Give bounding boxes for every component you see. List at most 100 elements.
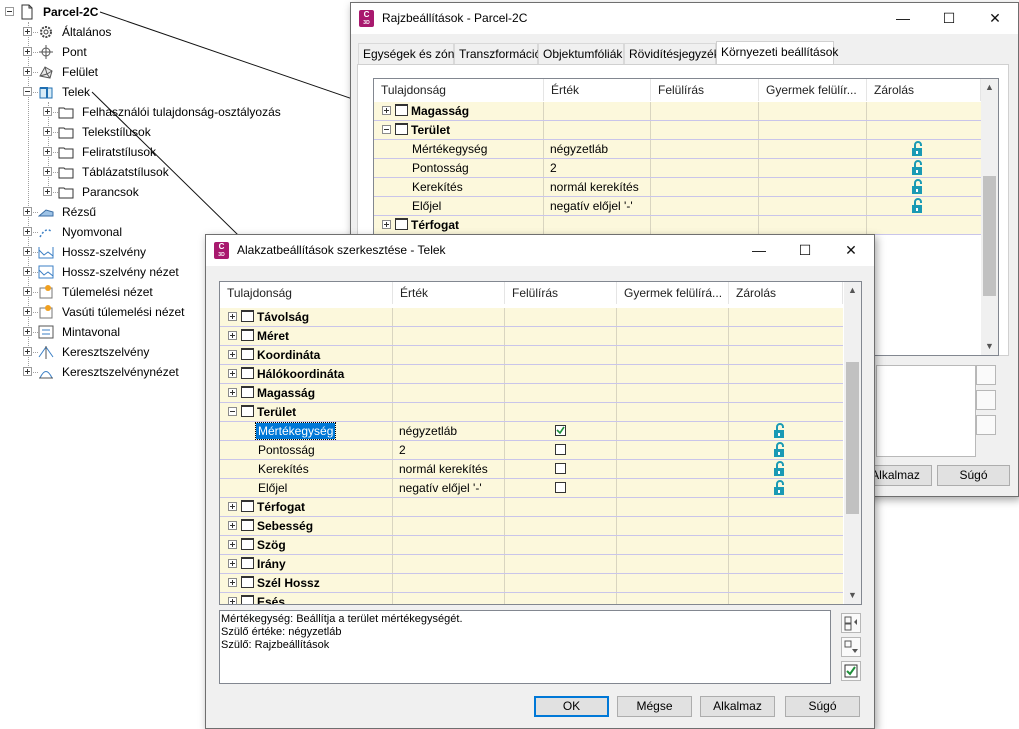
- column-header[interactable]: Tulajdonság: [220, 282, 393, 304]
- value-cell[interactable]: normál kerekítés: [393, 460, 505, 478]
- help-button[interactable]: Súgó: [937, 465, 1010, 486]
- value-cell[interactable]: [393, 574, 505, 592]
- ok-button[interactable]: OK: [534, 696, 609, 717]
- expand-toggle[interactable]: [228, 388, 237, 397]
- value-cell[interactable]: [544, 121, 651, 139]
- tab-item[interactable]: Objektumfóliák: [538, 43, 624, 64]
- value-cell[interactable]: [393, 308, 505, 326]
- group-row[interactable]: Szög: [220, 536, 843, 555]
- property-row[interactable]: Pontosság 2: [374, 159, 981, 178]
- column-header[interactable]: Zárolás: [729, 282, 843, 304]
- property-row[interactable]: Kerekítés normál kerekítés: [374, 178, 981, 197]
- vertical-scrollbar[interactable]: ▲ ▼: [981, 79, 998, 355]
- unlocked-padlock-icon[interactable]: [911, 160, 923, 175]
- override-checkbox[interactable]: [555, 463, 566, 474]
- group-row[interactable]: Térfogat: [374, 216, 981, 235]
- collapse-toggle[interactable]: [228, 407, 237, 416]
- value-cell[interactable]: négyzetláb: [544, 140, 651, 158]
- group-row[interactable]: Terület: [374, 121, 981, 140]
- value-cell[interactable]: negatív előjel '-': [544, 197, 651, 215]
- tab-item[interactable]: Transzformáció: [454, 43, 541, 64]
- value-cell[interactable]: [393, 365, 505, 383]
- column-header[interactable]: Érték: [544, 79, 651, 101]
- expand-toggle[interactable]: [228, 521, 237, 530]
- maximize-button[interactable]: ☐: [926, 3, 972, 34]
- group-row[interactable]: Koordináta: [220, 346, 843, 365]
- vertical-scrollbar[interactable]: ▲ ▼: [844, 282, 861, 604]
- group-row[interactable]: Szél Hossz: [220, 574, 843, 593]
- override-checkbox[interactable]: [555, 482, 566, 493]
- close-button[interactable]: ✕: [972, 3, 1018, 34]
- tab-item[interactable]: Egységek és zóna: [358, 43, 461, 64]
- value-cell[interactable]: normál kerekítés: [544, 178, 651, 196]
- group-row[interactable]: Térfogat: [220, 498, 843, 517]
- collapse-toggle[interactable]: [382, 125, 391, 134]
- show-checkbox-button[interactable]: [841, 661, 861, 681]
- group-row[interactable]: Távolság: [220, 308, 843, 327]
- cancel-button[interactable]: Mégse: [617, 696, 692, 717]
- unlocked-padlock-icon[interactable]: [773, 442, 785, 457]
- column-header[interactable]: Felülírás: [651, 79, 759, 101]
- unlocked-padlock-icon[interactable]: [911, 179, 923, 194]
- expand-toggle[interactable]: [228, 331, 237, 340]
- property-row[interactable]: Mértékegység négyzetláb: [374, 140, 981, 159]
- minimize-button[interactable]: —: [880, 3, 926, 34]
- column-header[interactable]: Zárolás: [867, 79, 981, 101]
- expand-toggle[interactable]: [228, 559, 237, 568]
- expand-toggle[interactable]: [228, 350, 237, 359]
- value-cell[interactable]: [393, 384, 505, 402]
- value-cell[interactable]: [544, 102, 651, 120]
- scroll-thumb[interactable]: [846, 362, 859, 514]
- value-cell[interactable]: [393, 327, 505, 345]
- value-cell[interactable]: [544, 216, 651, 234]
- column-header[interactable]: Érték: [393, 282, 505, 304]
- expand-toggle[interactable]: [382, 106, 391, 115]
- show-checkbox-button[interactable]: [976, 415, 996, 435]
- property-row[interactable]: Előjel negatív előjel '-': [374, 197, 981, 216]
- value-cell[interactable]: négyzetláb: [393, 422, 505, 440]
- value-cell[interactable]: [393, 555, 505, 573]
- expand-toggle[interactable]: [228, 597, 237, 604]
- value-cell[interactable]: [393, 498, 505, 516]
- maximize-button[interactable]: ☐: [782, 235, 828, 266]
- value-cell[interactable]: [393, 403, 505, 421]
- property-row[interactable]: Pontosság 2: [220, 441, 843, 460]
- value-cell[interactable]: [393, 346, 505, 364]
- column-header[interactable]: Gyermek felülírá...: [617, 282, 729, 304]
- property-row[interactable]: Mértékegység négyzetláb: [220, 422, 843, 441]
- help-button[interactable]: Súgó: [785, 696, 860, 717]
- collapse-all-button[interactable]: [976, 390, 996, 410]
- unlocked-padlock-icon[interactable]: [773, 423, 785, 438]
- value-cell[interactable]: [393, 593, 505, 604]
- expand-toggle[interactable]: [228, 369, 237, 378]
- column-header[interactable]: Tulajdonság: [374, 79, 544, 101]
- scroll-thumb[interactable]: [983, 176, 996, 296]
- value-cell[interactable]: [393, 517, 505, 535]
- expand-toggle[interactable]: [382, 220, 391, 229]
- property-row[interactable]: Előjel negatív előjel '-': [220, 479, 843, 498]
- unlocked-padlock-icon[interactable]: [773, 461, 785, 476]
- group-row[interactable]: Méret: [220, 327, 843, 346]
- unlocked-padlock-icon[interactable]: [911, 198, 923, 213]
- group-row[interactable]: Esés: [220, 593, 843, 604]
- group-row[interactable]: Irány: [220, 555, 843, 574]
- group-row[interactable]: Magasság: [220, 384, 843, 403]
- value-cell[interactable]: [393, 536, 505, 554]
- column-header[interactable]: Gyermek felülír...: [759, 79, 867, 101]
- property-row[interactable]: Kerekítés normál kerekítés: [220, 460, 843, 479]
- tab-item[interactable]: Rövidítésjegyzék: [624, 43, 720, 64]
- column-header[interactable]: Felülírás: [505, 282, 617, 304]
- expand-toggle[interactable]: [228, 578, 237, 587]
- apply-button[interactable]: Alkalmaz: [700, 696, 775, 717]
- group-row[interactable]: Sebesség: [220, 517, 843, 536]
- unlocked-padlock-icon[interactable]: [911, 141, 923, 156]
- scroll-up-icon[interactable]: ▲: [981, 79, 998, 96]
- value-cell[interactable]: 2: [544, 159, 651, 177]
- scroll-down-icon[interactable]: ▼: [844, 587, 861, 604]
- minimize-button[interactable]: —: [736, 235, 782, 266]
- expand-all-button[interactable]: [976, 365, 996, 385]
- group-row[interactable]: Hálókoordináta: [220, 365, 843, 384]
- override-checkbox[interactable]: [555, 425, 566, 436]
- scroll-down-icon[interactable]: ▼: [981, 338, 998, 355]
- group-row[interactable]: Terület: [220, 403, 843, 422]
